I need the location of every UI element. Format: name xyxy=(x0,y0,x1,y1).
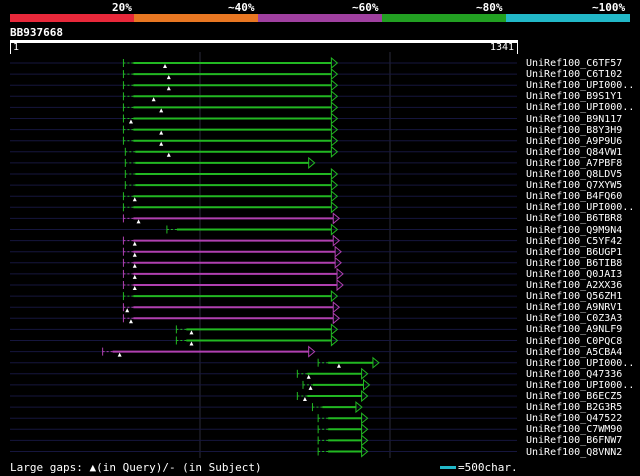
hit-label[interactable]: UniRef100_Q47522 xyxy=(526,413,622,424)
hit-label[interactable]: UniRef100_A9NRV1 xyxy=(526,302,622,313)
hit-label[interactable]: UniRef100_UPI000.. xyxy=(526,358,634,369)
gaps-legend: Large gaps: ▲(in Query)/- (in Subject) xyxy=(10,461,262,474)
query-gap-marker xyxy=(132,274,137,279)
hit-label[interactable]: UniRef100_UPI000.. xyxy=(526,80,634,91)
hit-label[interactable]: UniRef100_A5CBA4 xyxy=(526,347,622,358)
hit-label[interactable]: UniRef100_C0Z3A3 xyxy=(526,313,622,324)
query-gap-marker xyxy=(132,286,137,290)
hit-label[interactable]: UniRef100_Q56ZH1 xyxy=(526,291,622,302)
query-gap-marker xyxy=(159,108,164,113)
hit-label[interactable]: UniRef100_B6UGP1 xyxy=(526,247,622,258)
hit-label[interactable]: UniRef100_Q7XYW5 xyxy=(526,180,622,191)
query-gap-marker xyxy=(128,119,133,124)
query-gap-marker xyxy=(136,219,141,224)
scale-legend-bar xyxy=(440,466,456,469)
query-gap-marker xyxy=(166,75,171,80)
hit-label[interactable]: UniRef100_Q8VNN2 xyxy=(526,447,622,458)
query-gap-marker xyxy=(189,330,194,335)
hit-label[interactable]: UniRef100_UPI000.. xyxy=(526,380,634,391)
query-gap-marker xyxy=(302,397,307,401)
hit-label[interactable]: UniRef100_B6TBR8 xyxy=(526,213,622,224)
hit-label[interactable]: UniRef100_Q47336 xyxy=(526,369,622,380)
hit-label[interactable]: UniRef100_C0PQC8 xyxy=(526,336,622,347)
query-gap-marker xyxy=(159,141,164,146)
hit-label[interactable]: UniRef100_A9P9U6 xyxy=(526,136,622,147)
query-gap-marker xyxy=(166,152,171,157)
hit-label[interactable]: UniRef100_A9NLF9 xyxy=(526,324,622,335)
hit-label[interactable]: UniRef100_C7WM90 xyxy=(526,424,622,435)
query-gap-marker xyxy=(132,252,137,257)
hit-label[interactable]: UniRef100_Q9M9N4 xyxy=(526,225,622,236)
query-gap-marker xyxy=(125,308,130,313)
scale-legend-text: =500char. xyxy=(458,461,518,474)
hit-label[interactable]: UniRef100_A2XX36 xyxy=(526,280,622,291)
query-gap-marker xyxy=(117,352,122,357)
query-gap-marker xyxy=(132,263,137,268)
hit-label[interactable]: UniRef100_Q8LDV5 xyxy=(526,169,622,180)
hit-label[interactable]: UniRef100_C5YF42 xyxy=(526,236,622,247)
hit-label[interactable]: UniRef100_B9N117 xyxy=(526,114,622,125)
hit-label[interactable]: UniRef100_UPI000.. xyxy=(526,102,634,113)
hit-label[interactable]: UniRef100_B6TIB8 xyxy=(526,258,622,269)
query-gap-marker xyxy=(132,197,137,202)
hit-label[interactable]: UniRef100_B4FQ60 xyxy=(526,191,622,202)
hit-label[interactable]: UniRef100_Q84VW1 xyxy=(526,147,622,158)
query-gap-marker xyxy=(163,64,168,68)
query-gap-marker xyxy=(189,341,194,346)
query-gap-marker xyxy=(166,86,171,91)
hit-label[interactable]: UniRef100_B2G3R5 xyxy=(526,402,622,413)
hit-label[interactable]: UniRef100_UPI000.. xyxy=(526,202,634,213)
hit-label[interactable]: UniRef100_B6FNW7 xyxy=(526,435,622,446)
query-gap-marker xyxy=(132,241,137,246)
hit-label[interactable]: UniRef100_B9S1Y1 xyxy=(526,91,622,102)
hit-label[interactable]: UniRef100_A7PBF8 xyxy=(526,158,622,169)
query-gap-marker xyxy=(336,363,341,368)
hit-label[interactable]: UniRef100_C6T102 xyxy=(526,69,622,80)
query-gap-marker xyxy=(308,385,313,390)
hit-label[interactable]: UniRef100_B8Y3H9 xyxy=(526,125,622,136)
query-gap-marker xyxy=(128,319,133,324)
hit-label[interactable]: UniRef100_B6ECZ5 xyxy=(526,391,622,402)
hit-label[interactable]: UniRef100_C6TF57 xyxy=(526,58,622,69)
query-gap-marker xyxy=(151,97,156,102)
query-gap-marker xyxy=(159,130,164,135)
hit-label[interactable]: UniRef100_Q0JAI3 xyxy=(526,269,622,280)
query-gap-marker xyxy=(306,374,311,379)
